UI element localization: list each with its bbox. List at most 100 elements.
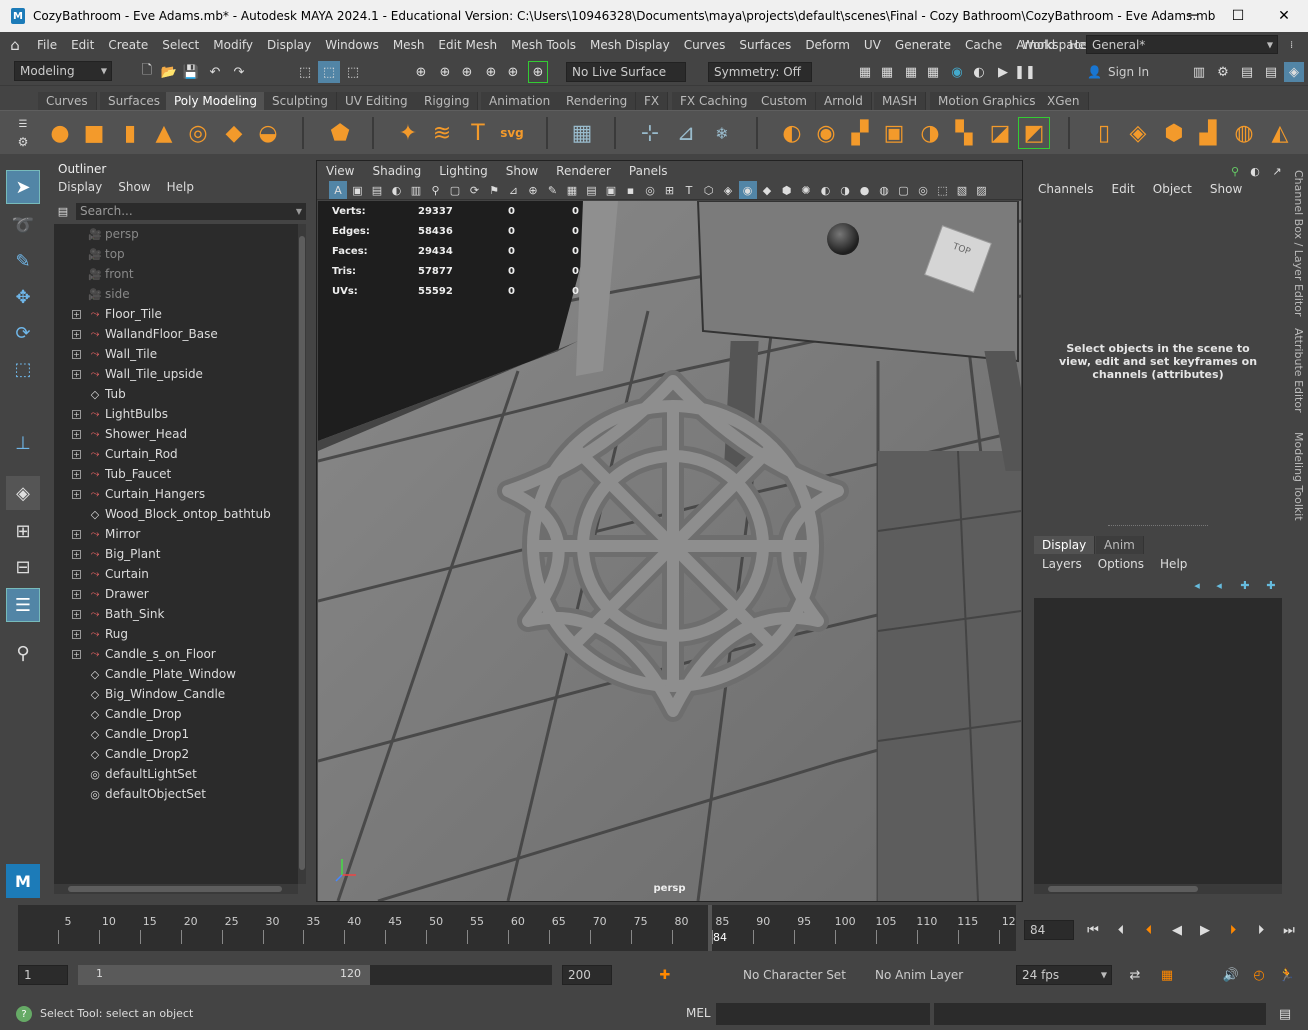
move-layer-down-icon[interactable]: ◂ — [1210, 576, 1228, 594]
outliner-vscrollbar[interactable] — [298, 224, 306, 884]
undo-icon[interactable]: ↶ — [206, 63, 224, 81]
viewport-tool-icon[interactable]: ◉ — [738, 181, 757, 199]
viewport-tool-icon[interactable]: ⟳ — [466, 181, 484, 199]
auto-key-icon[interactable]: ✚ — [656, 966, 674, 984]
outliner-item[interactable]: + ⤳ Candle_s_on_Floor — [54, 644, 298, 664]
single-pane-layout-icon[interactable]: ◈ — [6, 476, 40, 510]
expand-icon[interactable]: + — [72, 529, 81, 539]
two-pane-layout-icon[interactable]: ⊟ — [6, 550, 40, 584]
viewport-menu-renderer[interactable]: Renderer — [547, 164, 620, 178]
home-icon[interactable]: ⌂ — [0, 36, 30, 54]
outliner-item[interactable]: + ⤳ Drawer — [54, 584, 298, 604]
combine-icon[interactable]: ◐ — [776, 117, 808, 149]
lasso-tool-icon[interactable]: ➰ — [6, 208, 40, 242]
layer-tab-anim[interactable]: Anim — [1096, 536, 1144, 554]
new-layer-icon[interactable]: ✚ — [1236, 576, 1254, 594]
viewport-tool-icon[interactable]: ⬡ — [700, 181, 718, 199]
poly-torus-icon[interactable]: ◎ — [182, 117, 214, 149]
poly-disc-icon[interactable]: ◒ — [252, 117, 284, 149]
viewport-tool-icon[interactable]: ◐ — [817, 181, 835, 199]
outliner-item[interactable]: 🎥 side — [54, 284, 298, 304]
step-back-key-icon[interactable]: ⏴ — [1140, 921, 1158, 939]
menu-edit[interactable]: Edit — [64, 38, 101, 52]
expand-icon[interactable]: + — [72, 549, 81, 559]
layer-menu-options[interactable]: Options — [1098, 557, 1144, 571]
viewport-tool-icon[interactable]: ⊞ — [661, 181, 679, 199]
symmetry-dropdown[interactable]: Symmetry: Off — [708, 62, 812, 82]
shelf-tab-mash[interactable]: MASH — [874, 92, 927, 110]
outliner-menu-show[interactable]: Show — [118, 180, 150, 194]
viewport-tool-icon[interactable]: ▪ — [622, 181, 640, 199]
select-tool-icon[interactable]: ➤ — [6, 170, 40, 204]
current-frame-field[interactable]: 84 — [1024, 920, 1074, 940]
viewport-menu-show[interactable]: Show — [497, 164, 547, 178]
outliner-item[interactable]: ◇ Tub — [54, 384, 298, 404]
snap-view-icon[interactable]: ⊕ — [482, 63, 500, 81]
channel-box-sync-icon[interactable]: ◐ — [1246, 162, 1264, 180]
separate-icon[interactable]: ◉ — [810, 117, 842, 149]
arnold-view-icon[interactable]: ▶ — [994, 63, 1012, 81]
close-button[interactable]: ✕ — [1261, 0, 1307, 32]
menu-edit-mesh[interactable]: Edit Mesh — [431, 38, 504, 52]
render-frame-icon[interactable]: ▦ — [856, 63, 874, 81]
pause-ipr-icon[interactable]: ❚❚ — [1014, 63, 1036, 81]
go-to-end-icon[interactable]: ⏭ — [1280, 921, 1298, 939]
expand-icon[interactable]: + — [72, 609, 81, 619]
save-scene-icon[interactable]: 💾 — [182, 63, 200, 81]
outliner-item[interactable]: 🎥 top — [54, 244, 298, 264]
viewport-tool-icon[interactable]: ◎ — [914, 181, 932, 199]
fps-dropdown[interactable]: 24 fps ▼ — [1016, 965, 1112, 985]
loop-icon[interactable]: ⇄ — [1126, 966, 1144, 984]
fill-hole-icon[interactable]: ▟ — [1192, 117, 1224, 149]
shelf-tab-curves[interactable]: Curves — [38, 92, 97, 110]
playback-speed-icon[interactable]: 🏃 — [1278, 966, 1296, 984]
viewport-tool-icon[interactable]: ⬢ — [778, 181, 796, 199]
viewport-tool-icon[interactable]: ▤ — [583, 181, 601, 199]
arnold-render-icon[interactable]: ◉ — [948, 63, 966, 81]
shelf-tab-arnold[interactable]: Arnold — [816, 92, 872, 110]
command-input[interactable] — [716, 1003, 930, 1025]
delete-history-icon[interactable]: ❄ — [706, 117, 738, 149]
center-pivot-icon[interactable]: ⊹ — [634, 117, 666, 149]
viewport-tool-icon[interactable]: ▦ — [563, 181, 581, 199]
outliner-item[interactable]: ◇ Big_Window_Candle — [54, 684, 298, 704]
viewport-tool-icon[interactable]: ◆ — [758, 181, 776, 199]
outliner-search-input[interactable]: Search... ▼ — [76, 203, 306, 220]
menu-generate[interactable]: Generate — [888, 38, 958, 52]
poly-cone-icon[interactable]: ▲ — [148, 117, 180, 149]
menuset-dropdown[interactable]: Modeling ▼ — [14, 61, 112, 81]
select-object-icon[interactable]: ⬚ — [318, 61, 340, 83]
outliner-layout-icon[interactable]: ☰ — [6, 588, 40, 622]
script-editor-icon[interactable]: ▤ — [1276, 1005, 1294, 1023]
render-view-icon[interactable]: ▦ — [878, 63, 896, 81]
channel-box-pin-icon[interactable]: ⚲ — [1226, 162, 1244, 180]
expand-icon[interactable]: + — [72, 469, 81, 479]
shelf-tab-motion-graphics[interactable]: Motion Graphics — [930, 92, 1045, 110]
range-slider-track[interactable]: 1 120 — [78, 965, 552, 985]
search-icon[interactable]: ⚲ — [6, 636, 40, 670]
outliner-item[interactable]: 🎥 front — [54, 264, 298, 284]
viewport-tool-icon[interactable]: ▣ — [349, 181, 367, 199]
viewport-tool-icon[interactable]: ◑ — [836, 181, 854, 199]
boolean-icon[interactable]: ▣ — [878, 117, 910, 149]
expand-icon[interactable]: + — [72, 409, 81, 419]
side-tab-modeling-toolkit[interactable]: Modeling Toolkit — [1292, 432, 1305, 521]
channel-menu-edit[interactable]: Edit — [1112, 182, 1135, 196]
render-settings-icon[interactable]: ▦ — [924, 63, 942, 81]
outliner-item[interactable]: ◇ Wood_Block_ontop_bathtub — [54, 504, 298, 524]
expand-icon[interactable]: + — [72, 569, 81, 579]
anim-layer-dropdown[interactable]: No Anim Layer — [870, 965, 980, 985]
shelf-tab-xgen[interactable]: XGen — [1039, 92, 1089, 110]
menu-modify[interactable]: Modify — [206, 38, 260, 52]
sound-icon[interactable]: 🔊 — [1222, 966, 1240, 984]
move-tool-icon[interactable]: ✥ — [6, 280, 40, 314]
outliner-item[interactable]: + ⤳ LightBulbs — [54, 404, 298, 424]
snap-grid-icon[interactable]: ⊕ — [412, 63, 430, 81]
viewport-tool-icon[interactable]: ✎ — [544, 181, 562, 199]
paint-select-tool-icon[interactable]: ✎ — [6, 244, 40, 278]
viewport-menu-shading[interactable]: Shading — [363, 164, 430, 178]
outliner-item[interactable]: + ⤳ Bath_Sink — [54, 604, 298, 624]
viewport-tool-icon[interactable]: ▧ — [953, 181, 971, 199]
viewport-tool-icon[interactable]: ⬚ — [934, 181, 952, 199]
snap-curve-icon[interactable]: ⊕ — [436, 63, 454, 81]
